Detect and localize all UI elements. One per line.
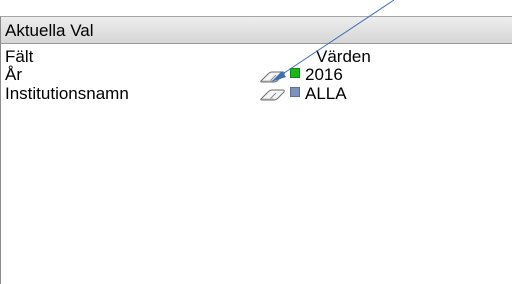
row-field-name[interactable]: År <box>5 65 22 84</box>
current-selections-window: Aktuella Val Fält Värden År 2016 Institu… <box>0 0 512 284</box>
row-field-name[interactable]: Institutionsnamn <box>5 84 129 103</box>
eraser-icon[interactable] <box>259 70 286 84</box>
eraser-icon[interactable] <box>259 88 286 102</box>
column-header-field: Fält <box>5 47 34 66</box>
caption-title: Aktuella Val <box>5 21 94 40</box>
row-value[interactable]: ALLA <box>305 84 347 103</box>
column-header-values: Värden <box>316 47 371 66</box>
selection-state-indicator <box>290 87 300 97</box>
row-value[interactable]: 2016 <box>305 65 343 84</box>
selection-state-indicator <box>290 68 300 78</box>
caption-bar[interactable]: Aktuella Val <box>1 17 512 44</box>
current-selections-box: Aktuella Val Fält Värden År 2016 Institu… <box>0 16 512 284</box>
